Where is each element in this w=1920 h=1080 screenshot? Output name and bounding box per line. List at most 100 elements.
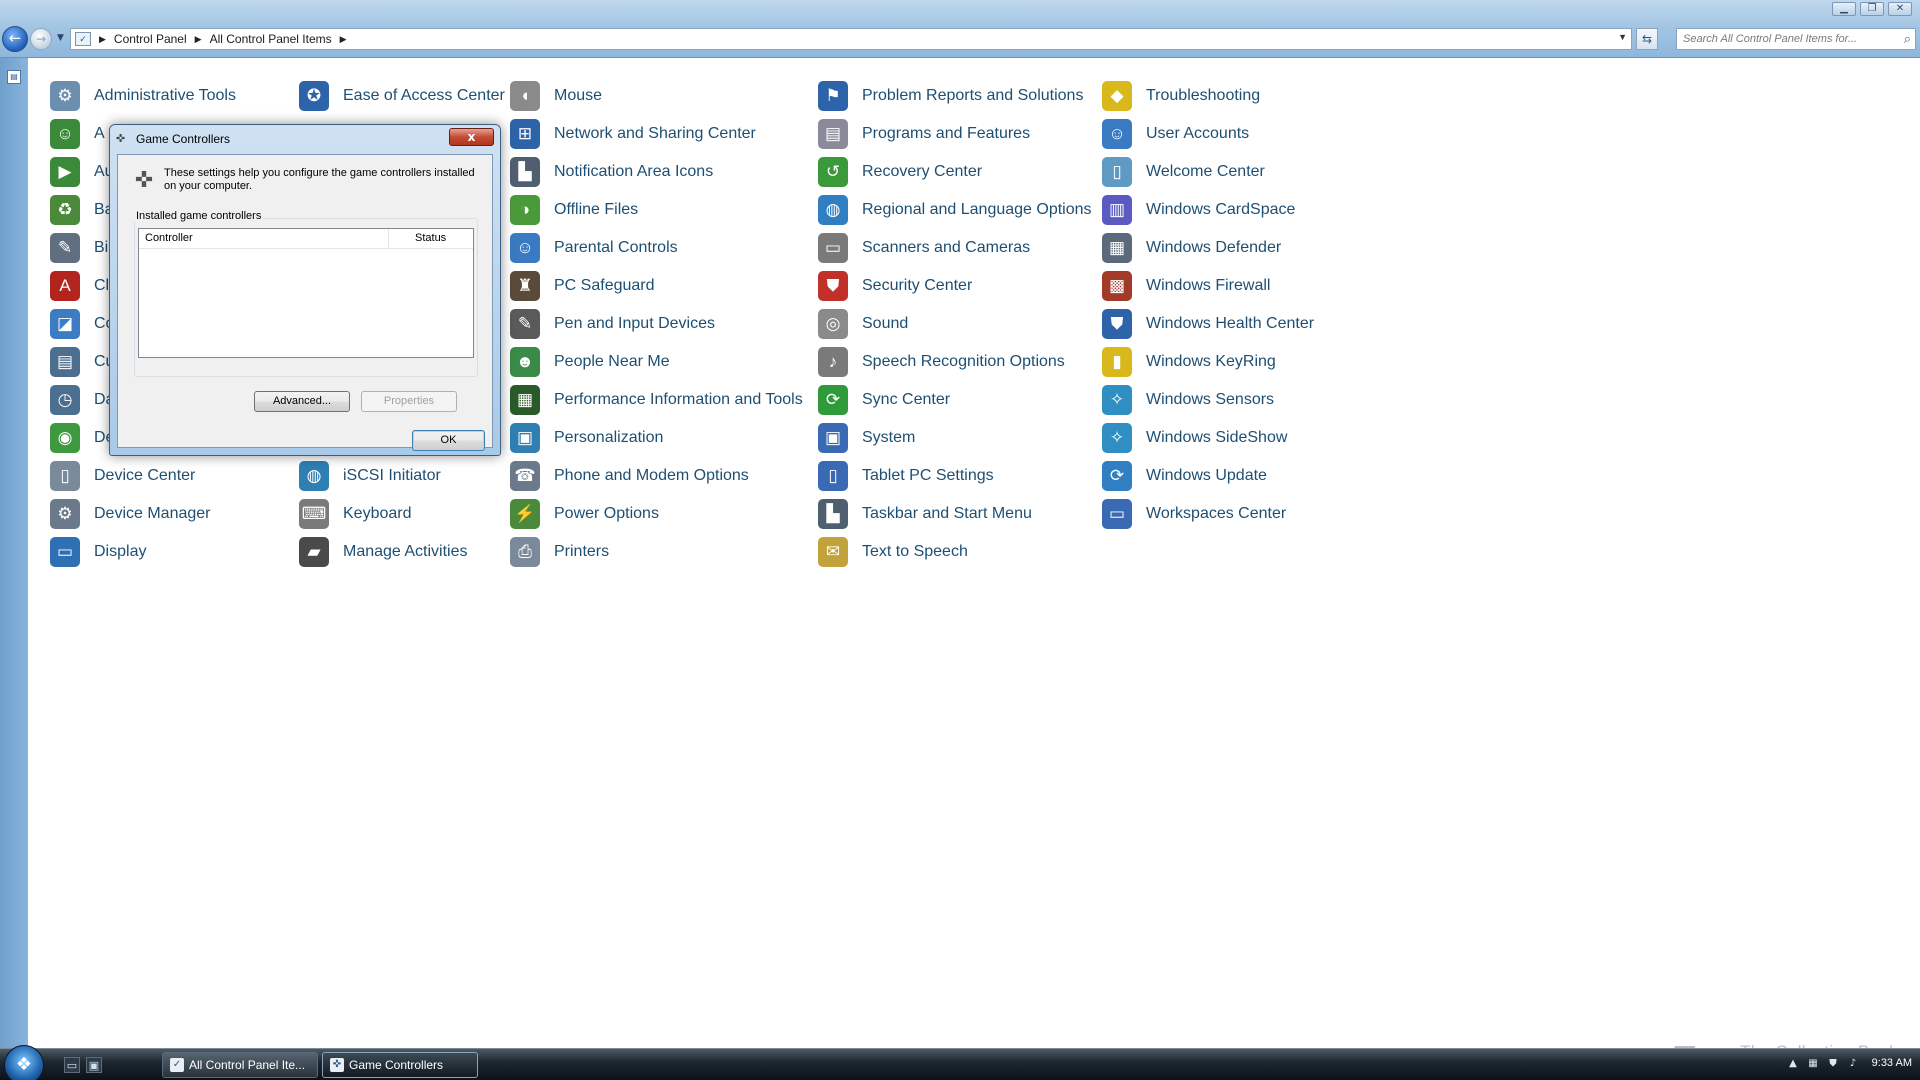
back-button[interactable]: ← [2, 26, 28, 52]
security-tray-icon[interactable]: ⛊ [1826, 1057, 1840, 1071]
control-panel-item[interactable]: ◎ Sound [818, 308, 908, 340]
control-panel-item[interactable]: ✉ Text to Speech [818, 536, 968, 568]
control-panel-item[interactable]: ⛊ Windows Health Center [1102, 308, 1314, 340]
show-desktop-icon[interactable]: ▭ [64, 1057, 80, 1073]
control-panel-item[interactable]: ▭ Scanners and Cameras [818, 232, 1030, 264]
control-panel-item[interactable]: ▙ Taskbar and Start Menu [818, 498, 1032, 530]
breadcrumb-all-items[interactable]: All Control Panel Items [210, 32, 332, 46]
control-panel-item[interactable]: ▯ Welcome Center [1102, 156, 1265, 188]
search-icon[interactable]: ⌕ [1904, 31, 1911, 47]
control-panel-item[interactable]: ↺ Recovery Center [818, 156, 982, 188]
control-panel-item[interactable]: ▣ Personalization [510, 422, 663, 454]
control-panel-item[interactable]: ▰ Manage Activities [299, 536, 468, 568]
parental-controls-icon: ☺ [510, 233, 540, 263]
control-panel-item[interactable]: ♻ Ba [50, 194, 114, 226]
control-panel-item[interactable]: ✪ Ease of Access Center [299, 80, 505, 112]
control-panel-item[interactable]: ⛊ Security Center [818, 270, 972, 302]
control-panel-item[interactable]: ◑ Offline Files [510, 194, 638, 226]
control-panel-item[interactable]: ◍ Regional and Language Options [818, 194, 1092, 226]
breadcrumb-separator-icon[interactable]: ▶ [195, 34, 202, 45]
control-panel-item[interactable]: ☺ User Accounts [1102, 118, 1249, 150]
start-button[interactable]: ❖ [4, 1045, 44, 1080]
control-panel-item[interactable]: ◉ De [50, 422, 114, 454]
personalization-icon: ▣ [510, 423, 540, 453]
control-panel-item[interactable]: ◪ Co [50, 308, 114, 340]
refresh-icon: ⇆ [1641, 32, 1653, 46]
recent-pages-dropdown[interactable]: ▼ [57, 33, 64, 43]
control-panel-item[interactable]: ◷ Da [50, 384, 114, 416]
close-window-button[interactable]: ✕ [1888, 2, 1912, 16]
forward-button[interactable]: → [30, 28, 52, 50]
control-panel-item[interactable]: ▤ Cu [50, 346, 114, 378]
control-panel-item[interactable]: ⚡ Power Options [510, 498, 659, 530]
refresh-button[interactable]: ⇆ [1636, 28, 1658, 50]
control-panel-item-label: Ease of Access Center [343, 87, 505, 104]
gamepad-icon: ✜ [134, 168, 154, 193]
control-panel-item[interactable]: ☎ Phone and Modem Options [510, 460, 749, 492]
control-panel-item[interactable]: ▣ System [818, 422, 915, 454]
control-panel-item[interactable]: ◍ iSCSI Initiator [299, 460, 441, 492]
control-panel-item[interactable]: ▭ Display [50, 536, 146, 568]
breadcrumb-separator-icon[interactable]: ▶ [99, 34, 106, 45]
control-panel-item[interactable]: ▮ Windows KeyRing [1102, 346, 1276, 378]
tray-arrow-icon[interactable]: ▲ [1786, 1057, 1800, 1071]
minimize-button[interactable]: ▁ [1832, 2, 1856, 16]
volume-icon[interactable]: ♪ [1846, 1057, 1860, 1071]
breadcrumb-separator-icon[interactable]: ▶ [340, 34, 347, 45]
control-panel-item[interactable]: ☻ People Near Me [510, 346, 670, 378]
control-panel-item[interactable]: ⚑ Problem Reports and Solutions [818, 80, 1083, 112]
network-tray-icon[interactable]: ▦ [1806, 1057, 1820, 1071]
clock[interactable]: 9:33 AM [1872, 1057, 1912, 1069]
control-panel-item[interactable]: ⟳ Windows Update [1102, 460, 1267, 492]
control-panel-item[interactable]: ✎ Pen and Input Devices [510, 308, 715, 340]
control-panel-item[interactable]: ⊞ Network and Sharing Center [510, 118, 756, 150]
address-dropdown-icon[interactable]: ▼ [1618, 32, 1627, 42]
search-input[interactable]: Search All Control Panel Items for... ⌕ [1676, 28, 1916, 50]
control-panel-item[interactable]: ▯ Device Center [50, 460, 195, 492]
column-header-controller[interactable]: Controller [139, 229, 389, 248]
tablet-pc-icon: ▯ [818, 461, 848, 491]
switch-windows-icon[interactable]: ▣ [86, 1057, 102, 1073]
control-panel-item[interactable]: ♜ PC Safeguard [510, 270, 655, 302]
maximize-button[interactable]: ❐ [1860, 2, 1884, 16]
control-panel-item-label: Regional and Language Options [862, 201, 1092, 218]
control-panel-item[interactable]: ▤ Programs and Features [818, 118, 1030, 150]
control-panel-item[interactable]: ▦ Windows Defender [1102, 232, 1281, 264]
sensors-icon: ✧ [1102, 385, 1132, 415]
control-panel-item[interactable]: ♪ Speech Recognition Options [818, 346, 1065, 378]
notification-icon: ▙ [510, 157, 540, 187]
pane-toggle-icon[interactable]: ▤ [7, 70, 21, 84]
control-panel-item-label: Windows Sensors [1146, 391, 1275, 408]
control-panel-item[interactable]: ⌨ Keyboard [299, 498, 412, 530]
control-panel-item[interactable]: ✎ Bi [50, 232, 108, 264]
sideshow-icon: ✧ [1102, 423, 1132, 453]
control-panel-item[interactable]: ✧ Windows SideShow [1102, 422, 1287, 454]
control-panel-item[interactable]: ☺ A [50, 118, 105, 150]
column-header-status[interactable]: Status [389, 229, 473, 248]
control-panel-item[interactable]: ✧ Windows Sensors [1102, 384, 1274, 416]
breadcrumb-control-panel[interactable]: Control Panel [114, 32, 187, 46]
control-panel-item[interactable]: ▩ Windows Firewall [1102, 270, 1270, 302]
control-panel-item[interactable]: ▯ Tablet PC Settings [818, 460, 994, 492]
control-panel-item[interactable]: ⚙ Device Manager [50, 498, 211, 530]
control-panel-item[interactable]: ▭ Workspaces Center [1102, 498, 1286, 530]
control-panel-item[interactable]: ▶ Au [50, 156, 114, 188]
control-panel-item[interactable]: ◖ Mouse [510, 80, 602, 112]
control-panel-item[interactable]: ⎙ Printers [510, 536, 609, 568]
control-panel-item[interactable]: ⚙ Administrative Tools [50, 80, 236, 112]
control-panel-item[interactable]: ▦ Performance Information and Tools [510, 384, 803, 416]
taskbar-item-game-controllers[interactable]: ✜ Game Controllers [322, 1052, 478, 1078]
control-panel-item[interactable]: A Cl [50, 270, 109, 302]
dialog-close-button[interactable]: x [449, 128, 494, 146]
address-bar[interactable]: ✓ ▶ Control Panel ▶ All Control Panel It… [70, 28, 1632, 50]
properties-button[interactable]: Properties [361, 391, 457, 412]
control-panel-item[interactable]: ☺ Parental Controls [510, 232, 678, 264]
controllers-list[interactable]: Controller Status [138, 228, 474, 358]
control-panel-item[interactable]: ◆ Troubleshooting [1102, 80, 1260, 112]
control-panel-item[interactable]: ▙ Notification Area Icons [510, 156, 713, 188]
control-panel-item[interactable]: ⟳ Sync Center [818, 384, 950, 416]
advanced-button[interactable]: Advanced... [254, 391, 350, 412]
ok-button[interactable]: OK [412, 430, 485, 451]
control-panel-item[interactable]: ▥ Windows CardSpace [1102, 194, 1295, 226]
taskbar-item-control-panel[interactable]: ✓ All Control Panel Ite... [162, 1052, 318, 1078]
